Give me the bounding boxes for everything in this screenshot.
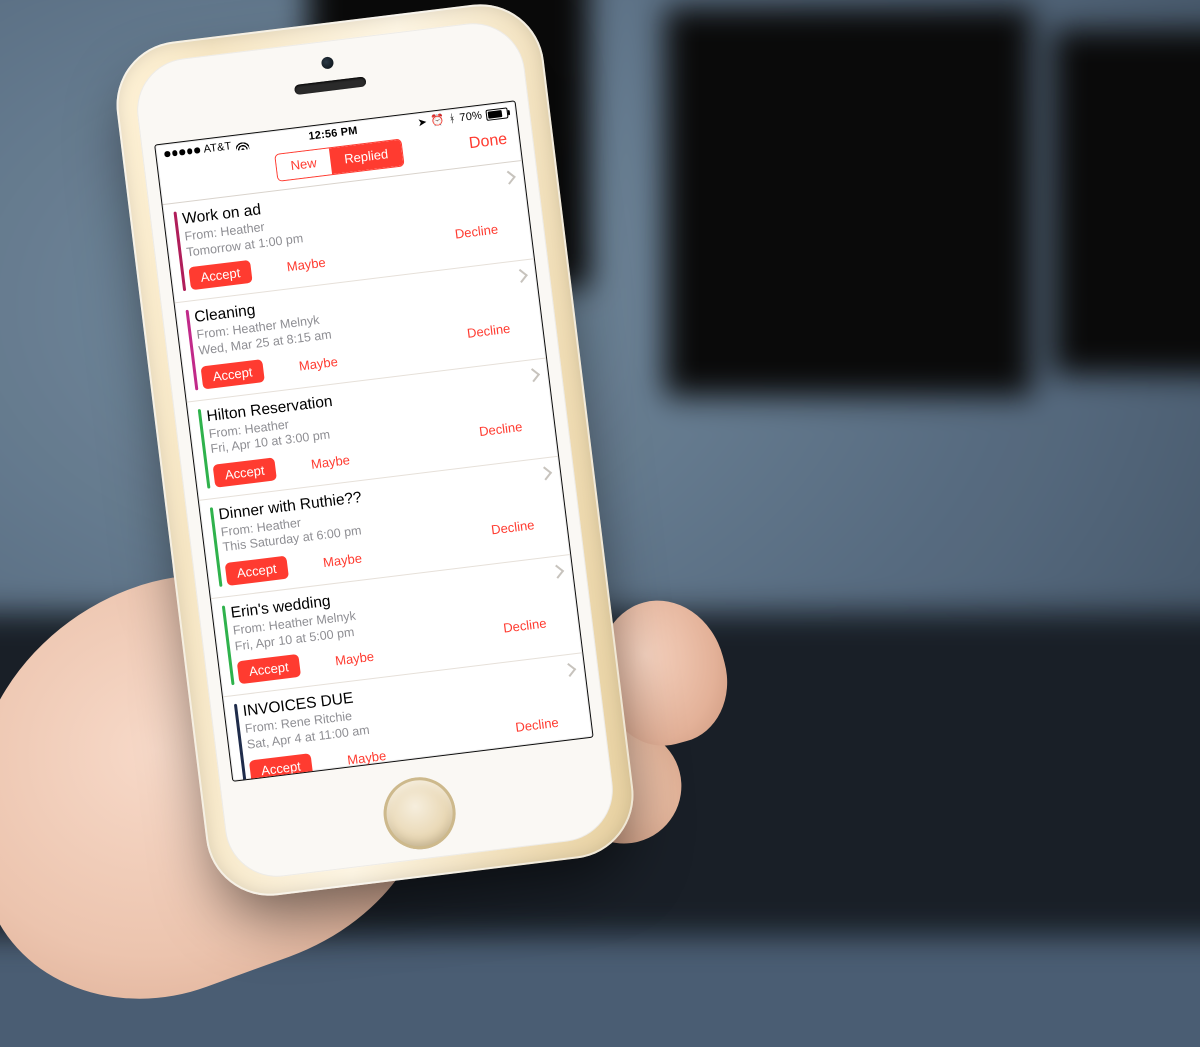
bluetooth-icon: ᚼ: [448, 113, 456, 125]
carrier-label: AT&T: [203, 140, 232, 155]
wifi-icon: [235, 139, 249, 151]
chevron-right-icon: [550, 565, 564, 579]
segment-new[interactable]: New: [275, 148, 332, 180]
maybe-button[interactable]: Maybe: [286, 255, 327, 275]
done-button[interactable]: Done: [450, 131, 508, 156]
maybe-button[interactable]: Maybe: [310, 452, 351, 472]
segment-replied[interactable]: Replied: [329, 140, 404, 175]
accept-button[interactable]: Accept: [225, 556, 289, 586]
invitations-list[interactable]: Work on ad From: Heather Tomorrow at 1:0…: [163, 161, 594, 782]
location-icon: ➤: [417, 117, 428, 129]
maybe-button[interactable]: Maybe: [298, 353, 339, 373]
chevron-right-icon: [514, 269, 528, 283]
battery-percentage: 70%: [459, 110, 483, 125]
accept-button[interactable]: Accept: [237, 654, 301, 684]
phone-screen: AT&T 12:56 PM ➤ ⏰ ᚼ 70% New Replied Done: [154, 100, 594, 782]
chevron-right-icon: [538, 466, 552, 480]
accept-button[interactable]: Accept: [188, 260, 252, 290]
nav-spacer: [172, 174, 228, 181]
accept-button[interactable]: Accept: [213, 457, 277, 487]
signal-strength-icon: [164, 147, 200, 157]
alarm-icon: ⏰: [430, 115, 445, 128]
chevron-right-icon: [502, 171, 516, 185]
chevron-right-icon: [562, 663, 576, 677]
accept-button[interactable]: Accept: [200, 359, 264, 389]
maybe-button[interactable]: Maybe: [334, 649, 375, 669]
maybe-button[interactable]: Maybe: [322, 550, 363, 570]
chevron-right-icon: [526, 368, 540, 382]
battery-icon: [485, 107, 508, 121]
